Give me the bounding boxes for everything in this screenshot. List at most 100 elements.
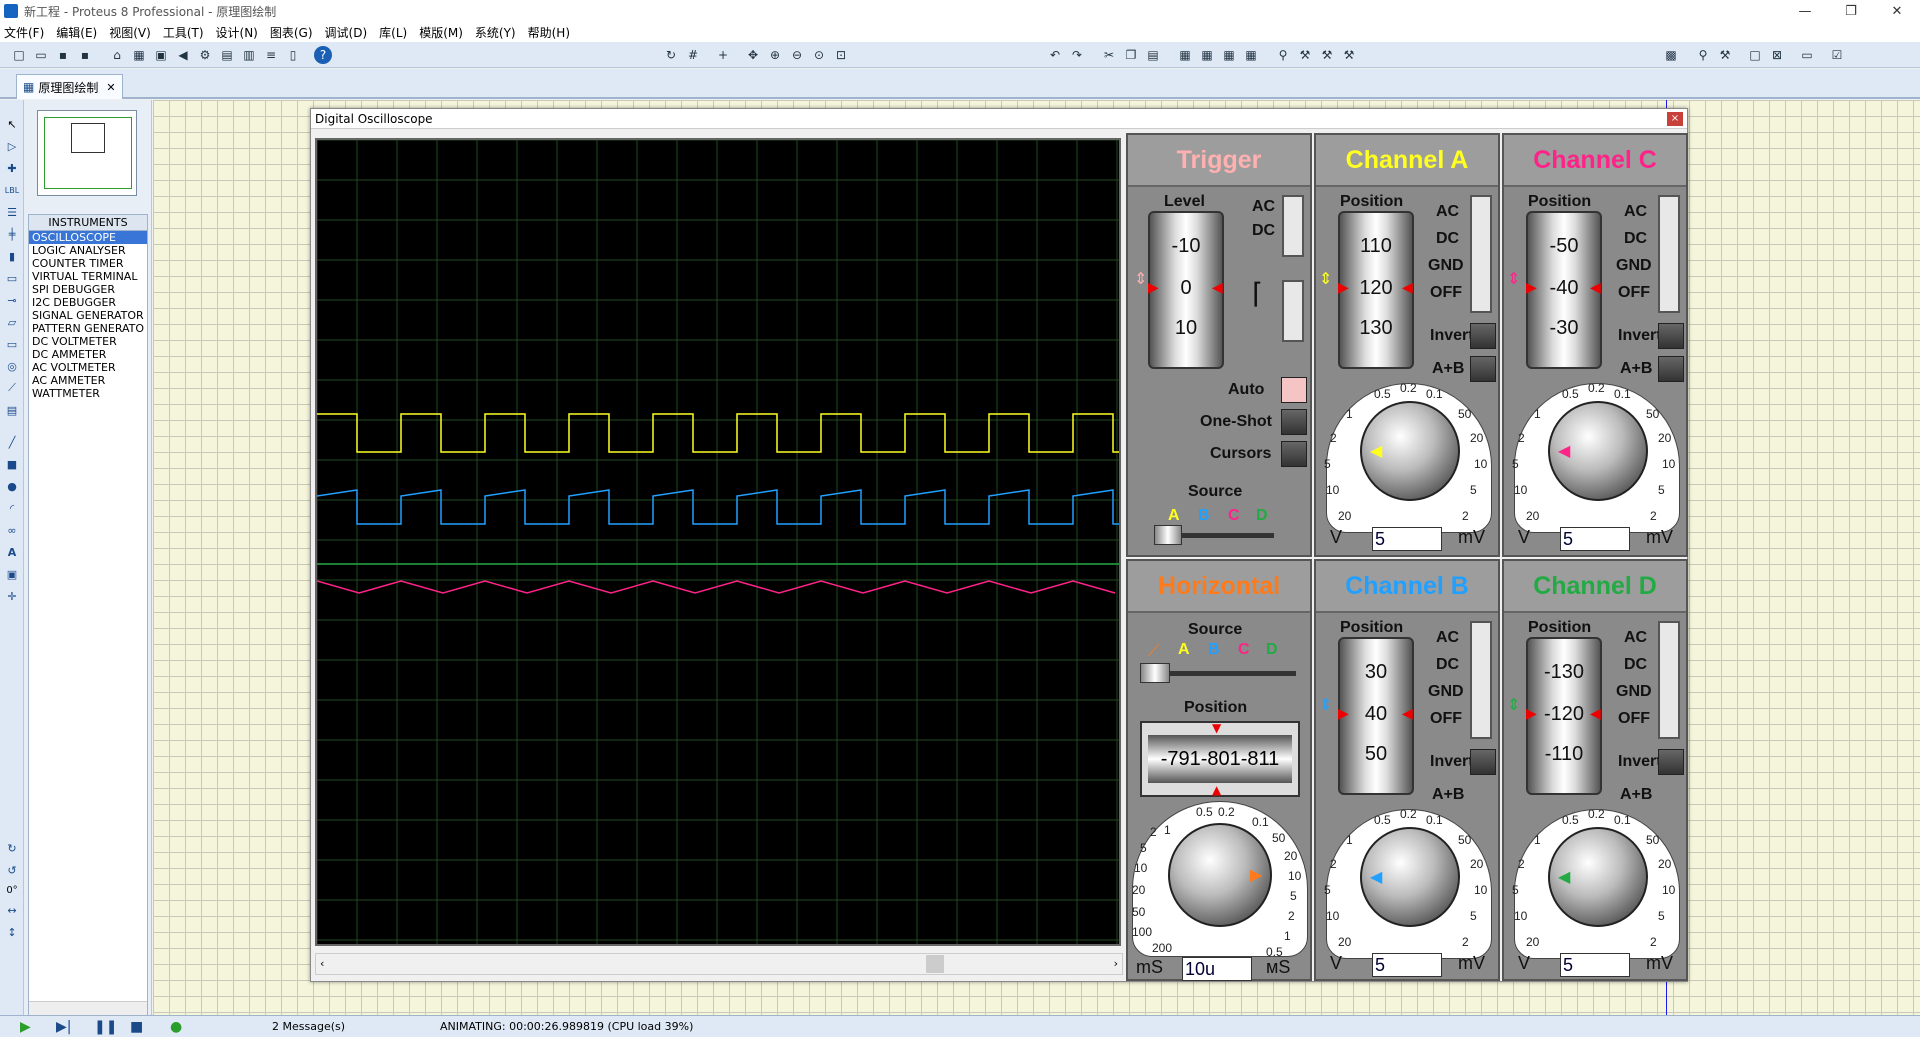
invert-button[interactable]: [1658, 749, 1684, 775]
menu-design[interactable]: 设计(N): [216, 24, 258, 41]
paste-icon[interactable]: ▤: [1144, 46, 1162, 64]
oneshot-button[interactable]: [1281, 409, 1307, 435]
menu-help[interactable]: 帮助(H): [528, 24, 570, 41]
scroll-left-icon[interactable]: ‹: [320, 957, 324, 970]
menu-tools[interactable]: 工具(T): [163, 24, 204, 41]
volts-knob[interactable]: ◀: [1360, 827, 1460, 927]
block-move-icon[interactable]: ▦: [1198, 46, 1216, 64]
pick-parts-icon[interactable]: ⚲: [1274, 46, 1292, 64]
grid-icon[interactable]: #: [684, 46, 702, 64]
edge-switch[interactable]: [1282, 280, 1304, 342]
redo-icon[interactable]: ↷: [1068, 46, 1086, 64]
bus-icon[interactable]: ╪: [4, 226, 20, 242]
instrument-icon[interactable]: ▤: [4, 402, 20, 418]
cut-icon[interactable]: ✂: [1100, 46, 1118, 64]
remove-sheet-icon[interactable]: ⊠: [1768, 46, 1786, 64]
source-code-icon[interactable]: ≡: [262, 46, 280, 64]
invert-button[interactable]: [1470, 749, 1496, 775]
list-item[interactable]: SIGNAL GENERATOR: [29, 309, 147, 322]
new-sheet-icon[interactable]: □: [1746, 46, 1764, 64]
zoom-out-icon[interactable]: ⊖: [788, 46, 806, 64]
block-copy-icon[interactable]: ▦: [1176, 46, 1194, 64]
package-tool-icon[interactable]: ⚒: [1318, 46, 1336, 64]
source-slider[interactable]: [1154, 525, 1182, 545]
volts-input[interactable]: [1560, 527, 1630, 551]
list-item[interactable]: SPI DEBUGGER: [29, 283, 147, 296]
minimize-button[interactable]: —: [1782, 0, 1828, 22]
volts-input[interactable]: [1372, 953, 1442, 977]
origin-icon[interactable]: +: [714, 46, 732, 64]
home-icon[interactable]: ⌂: [108, 46, 126, 64]
coupling-switch[interactable]: [1470, 195, 1492, 313]
apb-button[interactable]: [1470, 356, 1496, 382]
mirror-x-icon[interactable]: ↔: [4, 902, 20, 918]
cursors-button[interactable]: [1281, 441, 1307, 467]
refresh-icon[interactable]: ↻: [662, 46, 680, 64]
volts-knob[interactable]: ◀: [1548, 401, 1648, 501]
level-arrows-icon[interactable]: ⇕: [1134, 269, 1147, 288]
coupling-switch[interactable]: [1658, 621, 1680, 739]
box-icon[interactable]: ■: [4, 456, 20, 472]
new-file-icon[interactable]: □: [10, 46, 28, 64]
overview-window[interactable]: [37, 110, 137, 196]
rotate-ccw-icon[interactable]: ↺: [4, 862, 20, 878]
decompose-icon[interactable]: ⚒: [1340, 46, 1358, 64]
electrical-check-icon[interactable]: ☑: [1828, 46, 1846, 64]
component-mode-icon[interactable]: ▷: [4, 138, 20, 154]
position-arrows-icon[interactable]: ⇕: [1319, 695, 1332, 714]
coupling-switch[interactable]: [1470, 621, 1492, 739]
position-arrows-icon[interactable]: ⇕: [1507, 695, 1520, 714]
list-item[interactable]: AC AMMETER: [29, 374, 147, 387]
position-drum[interactable]: -791-801-811 ▼ ▲: [1140, 721, 1300, 797]
auto-button[interactable]: [1281, 377, 1307, 403]
marker-icon[interactable]: ✛: [4, 588, 20, 604]
junction-icon[interactable]: ✚: [4, 160, 20, 176]
terminals-icon[interactable]: ▭: [4, 270, 20, 286]
line-icon[interactable]: ╱: [4, 434, 20, 450]
tab-close-icon[interactable]: ✕: [106, 81, 115, 94]
source-slider[interactable]: [1140, 663, 1170, 683]
subcircuit-icon[interactable]: ▮: [4, 248, 20, 264]
list-item[interactable]: WATTMETER: [29, 387, 147, 400]
mirror-y-icon[interactable]: ↕: [4, 924, 20, 940]
copy-icon[interactable]: ❐: [1122, 46, 1140, 64]
recorder-icon[interactable]: ▭: [4, 336, 20, 352]
device-pins-icon[interactable]: ⊸: [4, 292, 20, 308]
list-item[interactable]: PATTERN GENERATO: [29, 322, 147, 335]
list-item[interactable]: LOGIC ANALYSER: [29, 244, 147, 257]
make-device-icon[interactable]: ⚒: [1296, 46, 1314, 64]
maximize-button[interactable]: ❐: [1828, 0, 1874, 22]
path-icon[interactable]: ∞: [4, 522, 20, 538]
menu-debug[interactable]: 调试(D): [325, 24, 368, 41]
time-input[interactable]: [1182, 957, 1252, 981]
step-icon[interactable]: ▶|: [56, 1019, 71, 1035]
menu-view[interactable]: 视图(V): [109, 24, 151, 41]
messages-count[interactable]: 2 Message(s): [272, 1020, 345, 1033]
probe-icon[interactable]: ⟋: [4, 380, 20, 396]
menu-system[interactable]: 系统(Y): [475, 24, 516, 41]
apb-button[interactable]: [1658, 356, 1684, 382]
pause-icon[interactable]: ❚❚: [94, 1019, 117, 1035]
3d-view-icon[interactable]: ◀: [174, 46, 192, 64]
menu-edit[interactable]: 编辑(E): [56, 24, 97, 41]
rotate-cw-icon[interactable]: ↻: [4, 840, 20, 856]
osc-close-button[interactable]: ×: [1667, 112, 1683, 126]
pcb-icon[interactable]: ▣: [152, 46, 170, 64]
search-tag-icon[interactable]: ⚲: [1694, 46, 1712, 64]
property-tool-icon[interactable]: ⚒: [1716, 46, 1734, 64]
position-arrows-icon[interactable]: ⇕: [1319, 269, 1332, 288]
list-item[interactable]: I2C DEBUGGER: [29, 296, 147, 309]
position-arrows-icon[interactable]: ⇕: [1507, 269, 1520, 288]
time-knob[interactable]: ▶: [1168, 823, 1272, 927]
list-item[interactable]: DC VOLTMETER: [29, 335, 147, 348]
list-item[interactable]: VIRTUAL TERMINAL: [29, 270, 147, 283]
scroll-right-icon[interactable]: ›: [1114, 957, 1118, 970]
help-icon[interactable]: ?: [314, 46, 332, 64]
coupling-switch[interactable]: [1282, 195, 1304, 257]
text-icon[interactable]: A: [4, 544, 20, 560]
generator-icon[interactable]: ◎: [4, 358, 20, 374]
list-scrollbar[interactable]: [29, 1001, 147, 1015]
notes-icon[interactable]: ▯: [284, 46, 302, 64]
graph-icon[interactable]: ▱: [4, 314, 20, 330]
design-explorer-icon[interactable]: ▤: [218, 46, 236, 64]
